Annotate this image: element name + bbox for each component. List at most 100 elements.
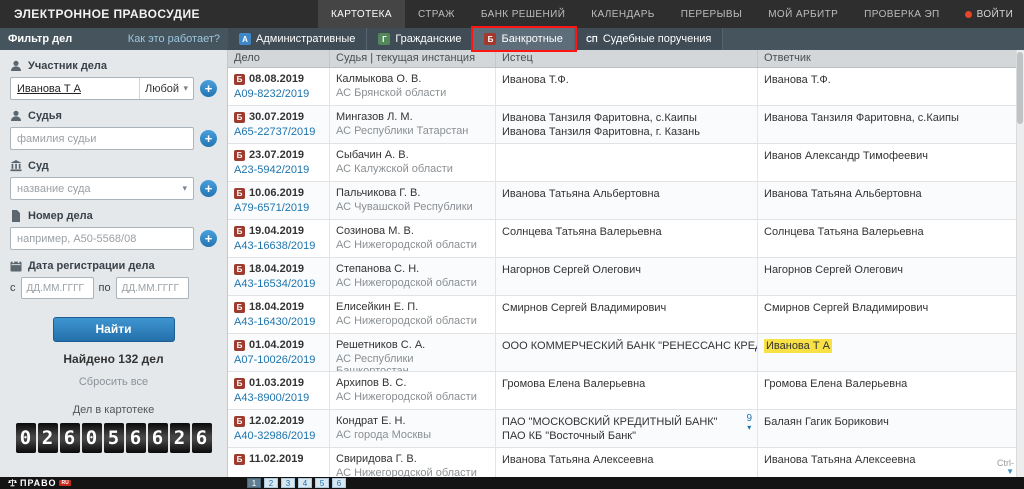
scrollbar-thumb[interactable] <box>1017 52 1023 124</box>
judge-cell: Мингазов Л. М. АС Республики Татарстан <box>330 106 496 143</box>
case-number-input[interactable]: например, А50-5568/08 <box>10 227 194 250</box>
add-judge-button[interactable] <box>200 130 217 147</box>
chevron-down-icon: ▾ <box>746 424 752 432</box>
counter-digit: 0 <box>82 423 102 453</box>
case-number-link[interactable]: А43-16534/2019 <box>234 278 315 290</box>
defendant-list: Громова Елена Валерьевна <box>764 377 1016 391</box>
case-row[interactable]: Б 12.02.2019 А40-32986/2019 Кондрат Е. Н… <box>228 410 1024 448</box>
judge-cell: Елисейкин Е. П. АС Нижегородской области <box>330 296 496 333</box>
page-button[interactable]: 1 <box>247 478 261 488</box>
filter-bar-left: Фильтр дел Как это работает? <box>0 28 228 50</box>
case-row[interactable]: Б 01.04.2019 А07-10026/2019 Решетников С… <box>228 334 1024 372</box>
plaintiff-name: Иванова Танзиля Фаритовна, г. Казань <box>502 125 749 139</box>
court-select[interactable]: название суда <box>10 177 194 200</box>
pravo-logo-suffix: RU <box>59 480 70 486</box>
plaintiff-cell: Смирнов Сергей Владимирович <box>496 296 758 333</box>
add-case-number-button[interactable] <box>200 230 217 247</box>
case-date: 30.07.2019 <box>249 111 304 123</box>
case-date: 18.04.2019 <box>249 301 304 313</box>
defendant-cell: Нагорнов Сергей Олегович <box>758 258 1024 295</box>
case-number-link[interactable]: А43-8900/2019 <box>234 392 309 404</box>
nav-item[interactable]: КАЛЕНДАРЬ <box>578 0 667 28</box>
bankruptcy-case-icon: Б <box>234 74 245 85</box>
defendant-list: Иванова Т А <box>764 339 1016 353</box>
nav-item[interactable]: ПЕРЕРЫВЫ <box>668 0 755 28</box>
page-button[interactable]: 3 <box>281 478 295 488</box>
judge-cell: Архипов В. С. АС Нижегородской области <box>330 372 496 409</box>
filter-title: Фильтр дел <box>8 33 72 45</box>
case-number-link[interactable]: А65-22737/2019 <box>234 126 315 138</box>
case-number-link[interactable]: А07-10026/2019 <box>234 354 315 366</box>
nav-item[interactable]: МОЙ АРБИТР <box>755 0 851 28</box>
case-type-tab[interactable]: ББанкротные <box>473 28 574 50</box>
page-button[interactable]: 6 <box>332 478 346 488</box>
bankruptcy-case-icon: Б <box>234 150 245 161</box>
column-header-judge: Судья | текущая инстанция <box>330 50 496 67</box>
nav-item[interactable]: ПРОВЕРКА ЭП <box>851 0 952 28</box>
nav-item[interactable]: БАНК РЕШЕНИЙ <box>468 0 578 28</box>
case-number-link[interactable]: А79-6571/2019 <box>234 202 309 214</box>
plaintiff-list: ПАО "МОСКОВСКИЙ КРЕДИТНЫЙ БАНК"ПАО КБ "В… <box>502 415 749 443</box>
case-cell: Б 12.02.2019 А40-32986/2019 <box>228 410 330 447</box>
tab-label: Судебные поручения <box>603 33 712 45</box>
bankruptcy-case-icon: Б <box>234 226 245 237</box>
scales-icon <box>8 479 17 487</box>
participant-input[interactable]: Иванова Т А <box>11 78 139 99</box>
search-button[interactable]: Найти <box>53 317 175 342</box>
case-row[interactable]: Б 10.06.2019 А79-6571/2019 Пальчикова Г.… <box>228 182 1024 220</box>
case-row[interactable]: Б 18.04.2019 А43-16534/2019 Степанова С.… <box>228 258 1024 296</box>
case-row[interactable]: Б 08.08.2019 А09-8232/2019 Калмыкова О. … <box>228 68 1024 106</box>
how-it-works-link[interactable]: Как это работает? <box>128 33 220 45</box>
add-participant-button[interactable] <box>200 80 217 97</box>
case-row[interactable]: Б 30.07.2019 А65-22737/2019 Мингазов Л. … <box>228 106 1024 144</box>
defendant-cell: Солнцева Татьяна Валерьевна <box>758 220 1024 257</box>
add-court-button[interactable] <box>200 180 217 197</box>
defendant-list: Нагорнов Сергей Олегович <box>764 263 1016 277</box>
page-button[interactable]: 5 <box>315 478 329 488</box>
case-date: 18.04.2019 <box>249 263 304 275</box>
instances-badge[interactable]: 9▾ <box>746 414 752 432</box>
plaintiff-name: Смирнов Сергей Владимирович <box>502 301 749 315</box>
vertical-scrollbar[interactable] <box>1016 50 1024 489</box>
date-from-input[interactable]: ДД.ММ.ГГГГ <box>21 277 94 299</box>
judge-name: Свиридова Г. В. <box>336 453 487 465</box>
case-row[interactable]: Б 01.03.2019 А43-8900/2019 Архипов В. С.… <box>228 372 1024 410</box>
defendant-name: Солнцева Татьяна Валерьевна <box>764 225 1016 239</box>
plaintiff-name: Солнцева Татьяна Валерьевна <box>502 225 749 239</box>
judge-name: Кондрат Е. Н. <box>336 415 487 427</box>
judge-cell: Созинова М. В. АС Нижегородской области <box>330 220 496 257</box>
nav-item[interactable]: КАРТОТЕКА <box>318 0 405 28</box>
case-row[interactable]: Б 18.04.2019 А43-16430/2019 Елисейкин Е.… <box>228 296 1024 334</box>
case-date: 08.08.2019 <box>249 73 304 85</box>
case-number-link[interactable]: А43-16638/2019 <box>234 240 315 252</box>
judge-name: Решетников С. А. <box>336 339 487 351</box>
case-row[interactable]: Б 23.07.2019 А23-5942/2019 Сыбачин А. В.… <box>228 144 1024 182</box>
case-cell: Б 19.04.2019 А43-16638/2019 <box>228 220 330 257</box>
participant-role-select[interactable]: Любой <box>139 78 193 99</box>
plaintiff-name: ООО КОММЕРЧЕСКИЙ БАНК "РЕНЕССАНС КРЕДИТ" <box>502 339 749 353</box>
case-type-tab[interactable]: ГГражданские <box>367 28 473 50</box>
calendar-icon <box>10 260 22 272</box>
defendant-list: Иванова Танзиля Фаритовна, с.Каипы <box>764 111 1016 125</box>
defendant-name: Иванова Татьяна Алексеевна <box>764 453 1016 467</box>
case-number-link[interactable]: А40-32986/2019 <box>234 430 315 442</box>
case-type-tab[interactable]: СПСудебные поручения <box>575 28 724 50</box>
case-row[interactable]: Б 19.04.2019 А43-16638/2019 Созинова М. … <box>228 220 1024 258</box>
nav-item[interactable]: СТРАЖ <box>405 0 468 28</box>
case-number-link[interactable]: А43-16430/2019 <box>234 316 315 328</box>
case-number-link[interactable]: А23-5942/2019 <box>234 164 309 176</box>
case-number-link[interactable]: А09-8232/2019 <box>234 88 309 100</box>
judge-input[interactable]: фамилия судьи <box>10 127 194 150</box>
pravo-ru-logo[interactable]: ПРАВО RU <box>8 478 71 488</box>
page-button[interactable]: 2 <box>264 478 278 488</box>
page-button[interactable]: 4 <box>298 478 312 488</box>
judge-cell: Пальчикова Г. В. АС Чувашской Республики <box>330 182 496 219</box>
date-to-input[interactable]: ДД.ММ.ГГГГ <box>116 277 189 299</box>
defendant-name: Нагорнов Сергей Олегович <box>764 263 1016 277</box>
reset-all-link[interactable]: Сбросить все <box>10 376 217 388</box>
case-number-label: Номер дела <box>28 210 93 222</box>
defendant-cell: Иванова Т А <box>758 334 1024 371</box>
case-type-tab[interactable]: ААдминистративные <box>228 28 367 50</box>
login-button[interactable]: ВОЙТИ <box>953 0 1024 28</box>
court-label: Суд <box>28 160 49 172</box>
